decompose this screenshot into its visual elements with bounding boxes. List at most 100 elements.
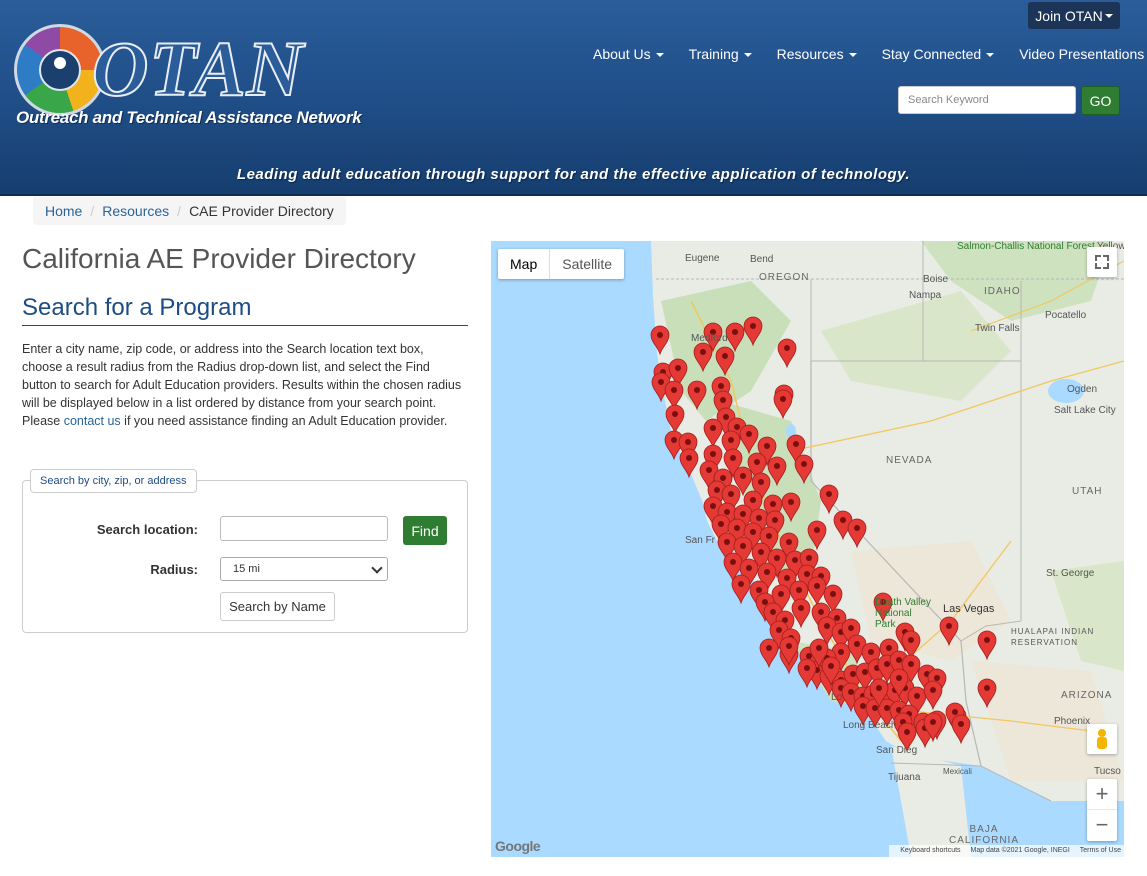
map-label: BAJA CALIFORNIA <box>949 824 1020 846</box>
provider-marker-icon[interactable] <box>951 714 971 745</box>
chevron-down-icon <box>655 53 664 58</box>
provider-marker-icon[interactable] <box>807 520 827 551</box>
provider-marker-icon[interactable] <box>767 456 787 487</box>
logo-subtitle: Outreach and Technical Assistance Networ… <box>16 108 362 127</box>
breadcrumb-home[interactable]: Home <box>45 203 82 219</box>
map-label: San Fr <box>685 535 716 546</box>
provider-marker-icon[interactable] <box>679 448 699 479</box>
provider-marker-icon[interactable] <box>650 325 670 356</box>
breadcrumb-resources[interactable]: Resources <box>102 203 169 219</box>
map-label: Ogden <box>1067 384 1098 395</box>
zoom-in-button[interactable]: + <box>1087 779 1117 810</box>
provider-marker-icon[interactable] <box>725 322 745 353</box>
search-by-name-button[interactable]: Search by Name <box>220 592 335 621</box>
provider-marker-icon[interactable] <box>739 424 759 455</box>
chevron-down-icon <box>1104 13 1113 18</box>
breadcrumb-current: CAE Provider Directory <box>189 203 334 219</box>
nav-training[interactable]: Training <box>689 46 752 62</box>
provider-marker-icon[interactable] <box>743 316 763 347</box>
join-otan-button[interactable]: Join OTAN <box>1028 2 1120 29</box>
provider-marker-icon[interactable] <box>703 418 723 449</box>
main-nav: About Us Training Resources Stay Connect… <box>593 46 1147 62</box>
section-title: Search for a Program <box>22 294 468 326</box>
provider-marker-icon[interactable] <box>797 658 817 689</box>
zoom-out-button[interactable]: − <box>1087 810 1117 841</box>
provider-marker-icon[interactable] <box>665 404 685 435</box>
logo-wordmark: OTAN <box>91 25 305 112</box>
provider-marker-icon[interactable] <box>781 492 801 523</box>
map-type-satellite-button[interactable]: Satellite <box>550 249 624 279</box>
chevron-down-icon <box>371 562 383 574</box>
search-location-label: Search location: <box>96 522 198 537</box>
map-label: Salt Lake City <box>1054 405 1116 416</box>
nav-resources[interactable]: Resources <box>777 46 857 62</box>
page-title: California AE Provider Directory <box>22 243 416 274</box>
google-logo: Google <box>495 838 541 854</box>
map-label: HUALAPAI INDIAN RESERVATION <box>1011 627 1095 647</box>
chevron-down-icon <box>848 53 857 58</box>
provider-marker-icon[interactable] <box>773 389 793 420</box>
map-label: Tijuana <box>888 772 921 783</box>
provider-marker-icon[interactable] <box>777 338 797 369</box>
fullscreen-icon[interactable] <box>1087 247 1117 277</box>
map-type-control: Map Satellite <box>498 249 625 279</box>
provider-marker-icon[interactable] <box>977 630 997 661</box>
intro-paragraph: Enter a city name, zip code, or address … <box>22 342 462 428</box>
provider-marker-icon[interactable] <box>687 380 707 411</box>
map-label: Las Vegas <box>943 603 995 615</box>
nav-stay-connected[interactable]: Stay Connected <box>882 46 995 62</box>
provider-marker-icon[interactable] <box>807 576 827 607</box>
map-label: OREGON <box>759 272 810 283</box>
provider-marker-icon[interactable] <box>977 678 997 709</box>
map-label: Mexicali <box>943 767 972 776</box>
street-view-pegman-icon[interactable] <box>1087 724 1117 754</box>
provider-marker-icon[interactable] <box>731 574 751 605</box>
keyword-search-input[interactable]: Search Keyword <box>898 86 1076 114</box>
zoom-control: + − <box>1087 779 1117 841</box>
keyboard-shortcuts-link[interactable]: Keyboard shortcuts <box>900 847 960 854</box>
map-data-credit: Map data ©2021 Google, INEGI <box>970 847 1070 854</box>
map-label: St. George <box>1046 568 1095 579</box>
otan-logo[interactable]: OTAN Outreach and Technical Assistance N… <box>12 20 362 135</box>
map-type-map-button[interactable]: Map <box>498 249 551 279</box>
map-label: Boise <box>923 274 949 285</box>
find-button[interactable]: Find <box>403 516 447 545</box>
map-label: Phoenix <box>1054 716 1091 727</box>
provider-map[interactable]: Salmon-Challis National Forest Eugene Be… <box>491 241 1124 857</box>
map-label: San Dieg <box>876 745 918 756</box>
search-location-input[interactable] <box>220 516 388 541</box>
nav-video-presentations[interactable]: Video Presentations <box>1019 46 1147 62</box>
radius-select[interactable]: 15 mi <box>220 557 388 581</box>
nav-about-us[interactable]: About Us <box>593 46 664 62</box>
provider-markers[interactable] <box>491 241 1124 857</box>
provider-marker-icon[interactable] <box>923 680 943 711</box>
provider-marker-icon[interactable] <box>939 616 959 647</box>
provider-marker-icon[interactable] <box>715 346 735 377</box>
terms-of-use-link[interactable]: Terms of Use <box>1080 847 1121 854</box>
map-label: UTAH <box>1072 486 1103 497</box>
search-legend: Search by city, zip, or address <box>30 469 197 493</box>
chevron-down-icon <box>986 53 995 58</box>
map-label: IDAHO <box>984 286 1021 297</box>
tagline: Leading adult education through support … <box>236 166 911 183</box>
provider-marker-icon[interactable] <box>759 638 779 669</box>
map-label: Salmon-Challis National Forest <box>957 241 1095 252</box>
map-label: Tucso <box>1094 766 1121 777</box>
map-label: Lo <box>831 692 843 703</box>
provider-marker-icon[interactable] <box>847 518 867 549</box>
map-label: Pocatello <box>1045 310 1087 321</box>
provider-marker-icon[interactable] <box>819 484 839 515</box>
provider-marker-icon[interactable] <box>794 454 814 485</box>
map-label: Bend <box>750 254 774 265</box>
provider-marker-icon[interactable] <box>791 598 811 629</box>
chevron-down-icon <box>743 53 752 58</box>
site-header: OTAN Outreach and Technical Assistance N… <box>0 0 1147 196</box>
map-label: Long Beach <box>843 720 897 731</box>
map-label: Medford <box>691 333 728 344</box>
provider-marker-icon[interactable] <box>693 342 713 373</box>
map-label: Death Valley National Park <box>875 597 931 630</box>
map-label: ARIZONA <box>1061 690 1113 701</box>
map-label: Nampa <box>909 290 942 301</box>
go-button[interactable]: GO <box>1081 86 1120 115</box>
contact-us-link[interactable]: contact us <box>64 414 121 428</box>
